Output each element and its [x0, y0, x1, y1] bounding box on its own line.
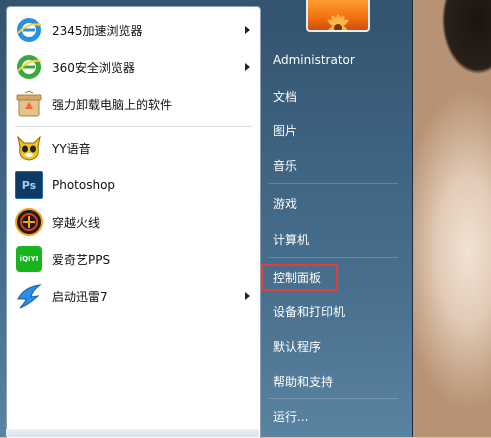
right-separator	[268, 257, 398, 258]
user-name[interactable]: Administrator	[265, 47, 405, 73]
right-separator	[268, 183, 398, 184]
xunlei-icon	[14, 281, 44, 311]
program-label: 爱奇艺PPS	[52, 252, 111, 267]
photoshop-icon: Ps	[14, 170, 44, 200]
help-support-link[interactable]: 帮助和支持	[265, 368, 405, 394]
pictures-link[interactable]: 图片	[265, 117, 405, 143]
program-label: Photoshop	[52, 178, 116, 192]
program-label: 2345加速浏览器	[52, 23, 143, 38]
program-label: 启动迅雷7	[52, 289, 108, 304]
iqiyi-icon-text: iQIYI	[16, 246, 42, 272]
default-programs-label: 默认程序	[273, 339, 322, 354]
uninstaller-icon	[14, 89, 44, 119]
program-label: YY语音	[52, 141, 91, 156]
program-yy[interactable]: YY语音	[7, 131, 260, 165]
submenu-arrow-icon	[245, 26, 250, 34]
documents-link[interactable]: 文档	[265, 83, 405, 109]
program-photoshop[interactable]: Ps Photoshop	[7, 168, 260, 202]
devices-printers-link[interactable]: 设备和打印机	[265, 298, 405, 324]
devices-printers-label: 设备和打印机	[273, 304, 346, 319]
program-label: 强力卸载电脑上的软件	[52, 97, 173, 112]
user-name-label: Administrator	[273, 53, 355, 67]
crossfire-icon	[14, 207, 44, 237]
user-picture[interactable]	[306, 0, 370, 32]
music-label: 音乐	[273, 158, 298, 173]
program-label: 穿越火线	[52, 215, 101, 230]
computer-label: 计算机	[273, 232, 310, 247]
desktop-wallpaper	[408, 0, 491, 437]
program-xunlei[interactable]: 启动迅雷7	[7, 279, 260, 313]
program-2345-browser[interactable]: 2345加速浏览器	[7, 13, 260, 47]
default-programs-link[interactable]: 默认程序	[265, 333, 405, 359]
control-panel-highlight-box	[261, 264, 338, 291]
2345-browser-icon	[14, 15, 44, 45]
run-label: 运行...	[273, 409, 309, 424]
program-uninstaller[interactable]: 强力卸载电脑上的软件	[7, 87, 260, 121]
program-iqiyi[interactable]: iQIYI 爱奇艺PPS	[7, 242, 260, 276]
help-support-label: 帮助和支持	[273, 374, 334, 389]
programs-panel: 2345加速浏览器 360安全浏览器 强力卸载电脑上的软件 YY语音 Ps Ph…	[6, 6, 261, 438]
photoshop-icon-text: Ps	[15, 171, 43, 199]
submenu-arrow-icon	[245, 292, 250, 300]
left-panel-bottom	[6, 429, 259, 437]
program-label: 360安全浏览器	[52, 60, 135, 75]
run-link[interactable]: 运行...	[265, 403, 405, 429]
program-360-browser[interactable]: 360安全浏览器	[7, 50, 260, 84]
games-link[interactable]: 游戏	[265, 190, 405, 216]
yy-voice-icon	[14, 133, 44, 163]
computer-link[interactable]: 计算机	[265, 226, 405, 252]
start-menu: 2345加速浏览器 360安全浏览器 强力卸载电脑上的软件 YY语音 Ps Ph…	[0, 0, 413, 438]
documents-label: 文档	[273, 89, 298, 104]
360-browser-icon	[14, 52, 44, 82]
music-link[interactable]: 音乐	[265, 152, 405, 178]
iqiyi-icon: iQIYI	[14, 244, 44, 274]
submenu-arrow-icon	[245, 63, 250, 71]
program-crossfire[interactable]: 穿越火线	[7, 205, 260, 239]
right-separator	[268, 398, 398, 399]
separator	[15, 126, 252, 127]
pictures-label: 图片	[273, 123, 298, 138]
games-label: 游戏	[273, 196, 298, 211]
